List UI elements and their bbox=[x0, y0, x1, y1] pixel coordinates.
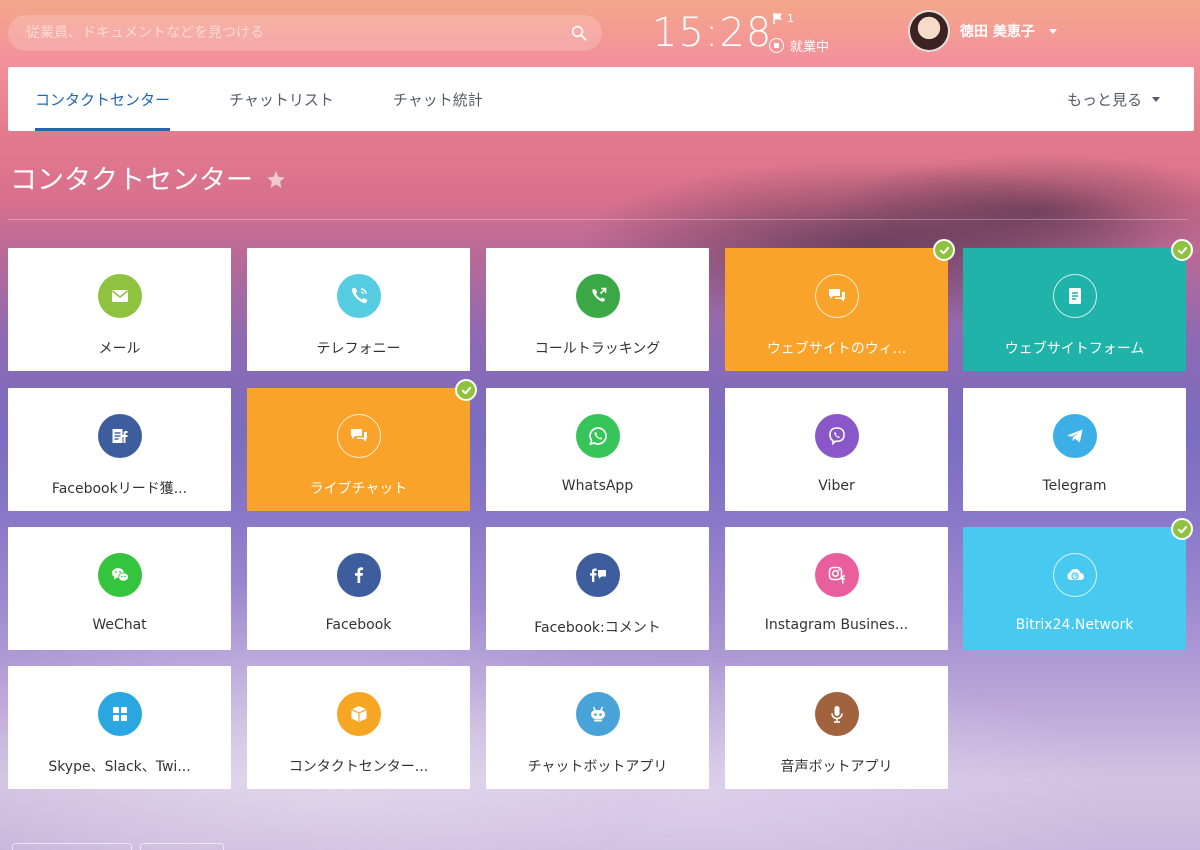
connector-tile-wechat[interactable]: WeChat bbox=[8, 527, 231, 650]
tab-chat-list[interactable]: チャットリスト bbox=[229, 67, 334, 131]
connector-tile-telegram[interactable]: Telegram bbox=[963, 388, 1186, 511]
connector-tile-viber[interactable]: Viber bbox=[725, 388, 948, 511]
check-icon bbox=[933, 239, 955, 261]
connector-tile-label: Facebook:コメント bbox=[534, 620, 661, 636]
connector-tile-label: WeChat bbox=[92, 617, 147, 633]
divider bbox=[8, 219, 1188, 220]
connector-tile-label: Facebook bbox=[325, 617, 392, 633]
connector-tile-label: テレフォニー bbox=[316, 341, 401, 357]
connector-tile-chat-widget[interactable]: ウェブサイトのウィ... bbox=[725, 239, 955, 371]
flag-count: 1 bbox=[787, 12, 794, 25]
stop-icon bbox=[769, 38, 784, 53]
connector-tile-mail[interactable]: メール bbox=[8, 248, 231, 371]
search-box[interactable] bbox=[8, 15, 602, 51]
flag-icon bbox=[773, 13, 782, 24]
user-name[interactable]: 徳田 美恵子 bbox=[960, 21, 1035, 41]
clock[interactable]: 15:28 bbox=[652, 8, 772, 58]
connector-tile-label: Bitrix24.Network bbox=[1015, 617, 1134, 633]
chevron-down-icon bbox=[1048, 28, 1057, 34]
phone-icon bbox=[336, 274, 381, 318]
connector-tile-label: Instagram Busines... bbox=[764, 617, 909, 633]
star-icon[interactable] bbox=[265, 169, 287, 191]
facebook-comments-icon bbox=[575, 553, 620, 597]
connector-tile-label: ウェブサイトフォーム bbox=[1004, 341, 1145, 357]
page-title: コンタクトセンター bbox=[10, 165, 253, 196]
connector-tile-form[interactable]: ウェブサイトフォーム bbox=[963, 239, 1193, 371]
page-title-row: コンタクトセンター bbox=[10, 158, 287, 197]
apps-grid-icon bbox=[97, 692, 142, 736]
connector-tile-label: ライブチャット bbox=[309, 481, 408, 497]
connector-tile-phone[interactable]: テレフォニー bbox=[247, 248, 470, 371]
connector-tile-facebook-leads[interactable]: Facebookリード獲... bbox=[8, 388, 231, 511]
connector-tile-chatbot[interactable]: チャットボットアプリ bbox=[486, 666, 709, 789]
connector-tile-label: コンタクトセンター... bbox=[288, 759, 429, 775]
check-icon bbox=[1171, 239, 1193, 261]
chat-widget-icon bbox=[814, 274, 859, 318]
connector-tile-label: Skype、Slack、Twi... bbox=[48, 759, 191, 775]
network-icon bbox=[1052, 553, 1097, 597]
tab-contact-center[interactable]: コンタクトセンター bbox=[35, 67, 171, 131]
nav-tabs: コンタクトセンター チャットリスト チャット統計 もっと見る bbox=[8, 67, 1194, 131]
check-icon bbox=[1171, 518, 1193, 540]
user-menu[interactable]: 徳田 美恵子 bbox=[908, 10, 1057, 52]
search-input[interactable] bbox=[8, 15, 602, 51]
connector-tile-box[interactable]: コンタクトセンター... bbox=[247, 666, 470, 789]
call-tracking-icon bbox=[575, 274, 620, 318]
flag-counter[interactable]: 1 bbox=[773, 12, 794, 25]
facebook-leads-icon bbox=[97, 414, 142, 458]
whatsapp-icon bbox=[575, 414, 620, 458]
connector-tile-label: メール bbox=[98, 341, 141, 357]
form-icon bbox=[1052, 274, 1097, 318]
instagram-icon bbox=[814, 553, 859, 597]
connector-tile-instagram[interactable]: Instagram Busines... bbox=[725, 527, 948, 650]
connector-tile-live-chat[interactable]: ライブチャット bbox=[247, 379, 477, 511]
mail-icon bbox=[97, 274, 142, 318]
bottom-button-edge bbox=[140, 843, 224, 850]
connector-tile-label: 音声ボットアプリ bbox=[780, 759, 893, 775]
connector-tile-label: Viber bbox=[818, 478, 855, 494]
wechat-icon bbox=[97, 553, 142, 597]
chevron-down-icon bbox=[1152, 96, 1160, 102]
connector-tile-apps-grid[interactable]: Skype、Slack、Twi... bbox=[8, 666, 231, 789]
connector-tile-label: Facebookリード獲... bbox=[51, 481, 188, 497]
tab-more[interactable]: もっと見る bbox=[1067, 89, 1160, 110]
work-status[interactable]: 就業中 bbox=[769, 36, 829, 55]
tab-chat-stats[interactable]: チャット統計 bbox=[393, 67, 483, 131]
connector-tile-label: ウェブサイトのウィ... bbox=[766, 341, 907, 357]
connector-tile-microphone[interactable]: 音声ボットアプリ bbox=[725, 666, 948, 789]
viber-icon bbox=[814, 414, 859, 458]
connector-tile-whatsapp[interactable]: WhatsApp bbox=[486, 388, 709, 511]
connector-tile-call-tracking[interactable]: コールトラッキング bbox=[486, 248, 709, 371]
microphone-icon bbox=[814, 692, 859, 736]
work-status-label: 就業中 bbox=[790, 40, 830, 55]
facebook-icon bbox=[336, 553, 381, 597]
connector-tile-facebook[interactable]: Facebook bbox=[247, 527, 470, 650]
tab-more-label: もっと見る bbox=[1066, 90, 1142, 109]
connector-tile-network[interactable]: Bitrix24.Network bbox=[963, 518, 1193, 650]
connector-tile-label: WhatsApp bbox=[561, 478, 634, 494]
live-chat-icon bbox=[336, 414, 381, 458]
connector-tile-facebook-comments[interactable]: Facebook:コメント bbox=[486, 527, 709, 650]
telegram-icon bbox=[1052, 414, 1097, 458]
bottom-button-edge bbox=[12, 843, 132, 850]
check-icon bbox=[455, 379, 477, 401]
top-bar: 15:28 1 就業中 徳田 美恵子 bbox=[0, 0, 1200, 66]
search-icon[interactable] bbox=[570, 24, 588, 42]
chatbot-icon bbox=[575, 692, 620, 736]
avatar[interactable] bbox=[908, 10, 950, 52]
box-icon bbox=[336, 692, 381, 736]
connector-tile-label: Telegram bbox=[1042, 478, 1107, 494]
connector-tile-label: チャットボットアプリ bbox=[527, 759, 668, 775]
connector-tile-label: コールトラッキング bbox=[534, 341, 661, 357]
